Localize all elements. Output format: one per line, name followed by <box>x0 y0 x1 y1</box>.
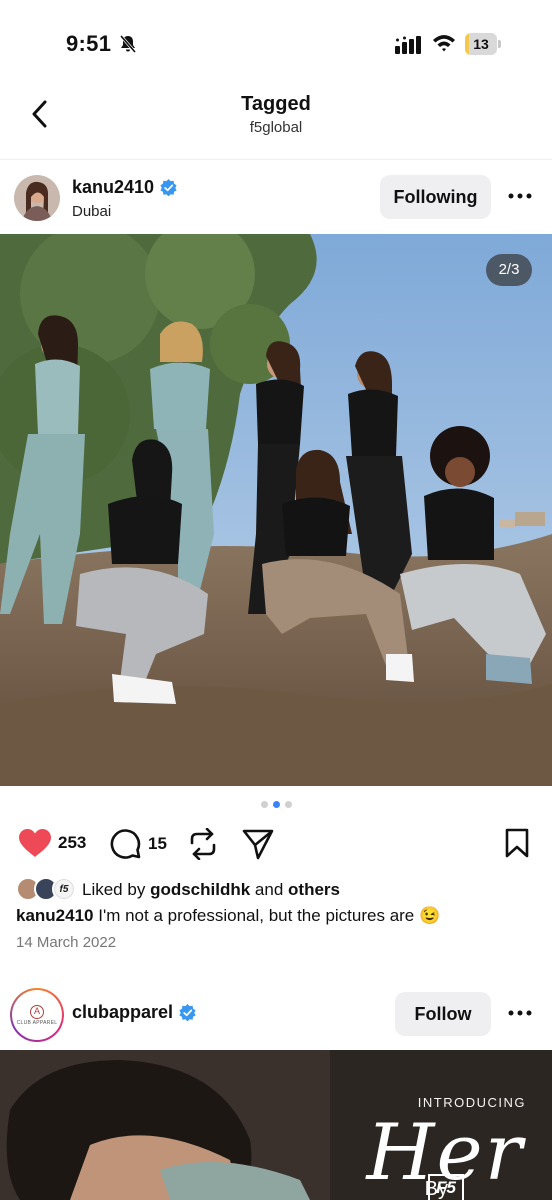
banner-brand-text: F5 <box>428 1174 464 1200</box>
liked-by-others[interactable]: others <box>288 880 340 899</box>
like-count: 253 <box>58 833 87 852</box>
comment-button[interactable]: 15 <box>110 828 167 860</box>
repost-button[interactable] <box>188 828 218 860</box>
carousel-dot <box>260 801 268 808</box>
nav-header: Tagged f5global <box>0 80 552 160</box>
status-time: 9:51 <box>66 31 112 56</box>
wifi-icon <box>433 35 455 52</box>
post-username[interactable]: kanu2410 <box>72 177 154 198</box>
post-header: A CLUB APPAREL clubapparel Follow <box>0 977 552 1051</box>
carousel-dot <box>272 801 280 808</box>
liked-by-username[interactable]: godschildhk <box>150 880 250 899</box>
bookmark-icon <box>505 828 529 858</box>
post-caption: kanu2410 I'm not a professional, but the… <box>16 904 546 928</box>
liked-by-text: Liked by godschildhk and others <box>82 880 340 899</box>
carousel-dot <box>284 801 292 808</box>
like-button[interactable]: 253 <box>18 828 86 858</box>
image-counter-badge: 2/3 <box>486 254 532 286</box>
avatar[interactable] <box>14 175 60 221</box>
post-username[interactable]: clubapparel <box>72 1002 173 1023</box>
liked-by-avatars: f5 <box>16 877 80 903</box>
send-icon <box>242 829 274 860</box>
caption-username[interactable]: kanu2410 <box>16 906 94 925</box>
post-header: kanu2410 Dubai Following <box>0 160 552 234</box>
following-button[interactable]: Following <box>380 175 491 219</box>
post-photo[interactable]: 2/3 <box>0 234 552 786</box>
repost-icon <box>190 828 216 860</box>
post-location[interactable]: Dubai <box>72 203 111 220</box>
follow-button[interactable]: Follow <box>395 992 491 1036</box>
carousel-dots <box>0 801 552 808</box>
club-apparel-logo: A CLUB APPAREL <box>14 992 60 1038</box>
liked-by-row[interactable]: f5 Liked by godschildhk and others <box>16 876 340 904</box>
comment-bubble-icon <box>110 829 141 859</box>
post-photo[interactable]: INTRODUCING Her By F5 <box>0 1050 552 1200</box>
signal-icon <box>395 36 421 54</box>
story-ring-avatar[interactable]: A CLUB APPAREL <box>10 988 64 1042</box>
more-horizontal-icon <box>508 1010 532 1016</box>
page-title: Tagged <box>241 93 311 115</box>
caption-text: I'm not a professional, but the pictures… <box>98 906 441 925</box>
more-options-button[interactable] <box>504 1001 536 1025</box>
comment-count: 15 <box>148 834 167 853</box>
verified-badge-icon <box>160 179 177 196</box>
battery-indicator: 13 <box>465 33 501 55</box>
share-button[interactable] <box>242 828 274 860</box>
f5-logo-avatar: f5 <box>52 877 76 901</box>
more-horizontal-icon <box>508 193 532 199</box>
action-bar: 253 15 <box>0 822 552 866</box>
status-bar: 9:51 13 <box>0 0 552 80</box>
page-subtitle: f5global <box>249 119 303 136</box>
bell-muted-icon <box>119 35 137 53</box>
save-button[interactable] <box>504 828 530 863</box>
verified-badge-icon <box>179 1004 196 1021</box>
heart-filled-icon <box>19 829 51 857</box>
battery-percent: 13 <box>473 36 489 52</box>
post-date: 14 March 2022 <box>16 934 117 951</box>
more-options-button[interactable] <box>504 184 536 208</box>
